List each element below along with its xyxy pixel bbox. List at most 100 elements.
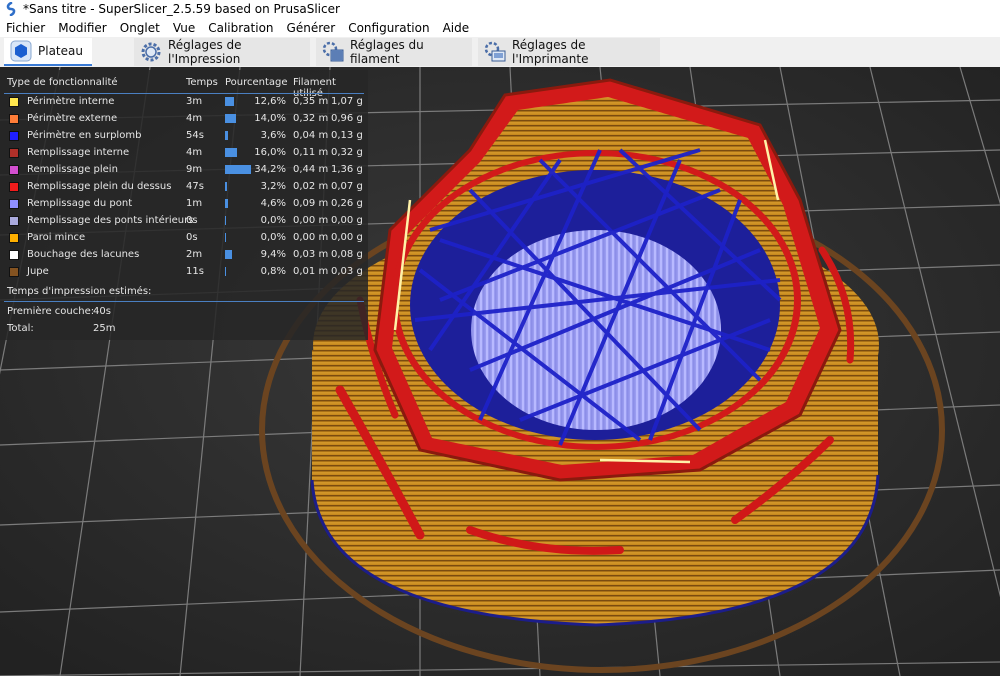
- tab-label: Plateau: [38, 44, 83, 58]
- legend-row[interactable]: Remplissage plein 9m 34,2% 0,44 m 1,36 g: [0, 162, 368, 179]
- filament-weight: 0,03 g: [331, 266, 363, 277]
- feature-time: 9m: [186, 164, 203, 175]
- plater-cube-icon: [10, 40, 32, 62]
- menu-aide[interactable]: Aide: [437, 21, 477, 35]
- menu-onglet[interactable]: Onglet: [114, 21, 167, 35]
- menu-calibration[interactable]: Calibration: [202, 21, 280, 35]
- filament-length: 0,11 m: [293, 147, 329, 158]
- percent-bar: [225, 267, 226, 276]
- feature-percent: 12,6%: [254, 96, 286, 107]
- filament-weight: 0,26 g: [331, 198, 363, 209]
- filament-length: 0,44 m: [293, 164, 329, 175]
- percent-bar: [225, 148, 237, 157]
- menu-generer[interactable]: Générer: [281, 21, 343, 35]
- filament-weight: 0,32 g: [331, 147, 363, 158]
- filament-length: 0,04 m: [293, 130, 329, 141]
- filament-weight: 1,07 g: [331, 96, 363, 107]
- feature-percent: 16,0%: [254, 147, 286, 158]
- color-swatch: [9, 216, 19, 226]
- legend-row[interactable]: Périmètre interne 3m 12,6% 0,35 m 1,07 g: [0, 94, 368, 111]
- color-swatch: [9, 267, 19, 277]
- menu-bar: Fichier Modifier Onglet Vue Calibration …: [0, 18, 1000, 37]
- color-swatch: [9, 148, 19, 158]
- first-layer-label: Première couche:: [7, 306, 95, 317]
- menu-vue[interactable]: Vue: [167, 21, 202, 35]
- filament-spool-icon: [322, 41, 344, 62]
- feature-name: Paroi mince: [27, 232, 86, 243]
- legend-row[interactable]: Remplissage interne 4m 16,0% 0,11 m 0,32…: [0, 145, 368, 162]
- filament-weight: 0,00 g: [331, 215, 363, 226]
- menu-fichier[interactable]: Fichier: [0, 21, 52, 35]
- color-swatch: [9, 131, 19, 141]
- tab-label: Réglages du filament: [350, 38, 424, 66]
- window-title: *Sans titre - SuperSlicer_2.5.59 based o…: [23, 2, 340, 16]
- feature-percent: 3,6%: [260, 130, 286, 141]
- feature-name: Remplissage interne: [27, 147, 130, 158]
- color-swatch: [9, 182, 19, 192]
- feature-percent: 0,0%: [260, 215, 286, 226]
- printer-icon: [484, 41, 506, 62]
- legend-row[interactable]: Bouchage des lacunes 2m 9,4% 0,03 m 0,08…: [0, 247, 368, 264]
- filament-length: 0,01 m: [293, 266, 329, 277]
- feature-name: Jupe: [27, 266, 49, 277]
- tab-printer-settings[interactable]: Réglages de l'Imprimante: [478, 38, 660, 66]
- feature-time: 4m: [186, 113, 203, 124]
- filament-weight: 1,36 g: [331, 164, 363, 175]
- filament-weight: 0,00 g: [331, 232, 363, 243]
- estimated-times-title: Temps d'impression estimés:: [7, 286, 152, 297]
- color-swatch: [9, 97, 19, 107]
- tab-plateau[interactable]: Plateau: [4, 38, 92, 66]
- color-swatch: [9, 199, 19, 209]
- menu-modifier[interactable]: Modifier: [52, 21, 114, 35]
- first-layer-value: 40s: [93, 306, 111, 317]
- filament-weight: 0,96 g: [331, 113, 363, 124]
- title-bar: *Sans titre - SuperSlicer_2.5.59 based o…: [0, 0, 1000, 18]
- header-time: Temps: [186, 77, 218, 88]
- feature-time: 11s: [186, 266, 204, 277]
- feature-name: Remplissage plein: [27, 164, 118, 175]
- feature-time: 1m: [186, 198, 203, 209]
- percent-bar: [225, 114, 236, 123]
- legend-row[interactable]: Périmètre en surplomb 54s 3,6% 0,04 m 0,…: [0, 128, 368, 145]
- filament-length: 0,32 m: [293, 113, 329, 124]
- feature-time: 0s: [186, 232, 198, 243]
- filament-weight: 0,07 g: [331, 181, 363, 192]
- legend-row[interactable]: Remplissage des ponts intérieurs 0s 0,0%…: [0, 213, 368, 230]
- feature-percent: 3,2%: [260, 181, 286, 192]
- legend-row[interactable]: Paroi mince 0s 0,0% 0,00 m 0,00 g: [0, 230, 368, 247]
- feature-percent: 4,6%: [260, 198, 286, 209]
- legend-row[interactable]: Remplissage du pont 1m 4,6% 0,09 m 0,26 …: [0, 196, 368, 213]
- legend-row[interactable]: Remplissage plein du dessus 47s 3,2% 0,0…: [0, 179, 368, 196]
- color-swatch: [9, 233, 19, 243]
- header-percent: Pourcentage: [225, 77, 288, 88]
- filament-weight: 0,08 g: [331, 249, 363, 260]
- tab-filament-settings[interactable]: Réglages du filament: [316, 38, 472, 66]
- tab-bar: Plateau Réglages de l'Impression Réglage…: [0, 37, 1000, 68]
- percent-bar: [225, 199, 228, 208]
- feature-time: 2m: [186, 249, 203, 260]
- feature-name: Remplissage des ponts intérieurs: [27, 215, 194, 226]
- feature-percent: 0,0%: [260, 232, 286, 243]
- feature-percent: 34,2%: [254, 164, 286, 175]
- gcode-legend-panel: Type de fonctionnalité Temps Pourcentage…: [0, 70, 368, 340]
- tab-label: Réglages de l'Imprimante: [512, 38, 589, 66]
- filament-length: 0,02 m: [293, 181, 329, 192]
- tab-label: Réglages de l'Impression: [168, 38, 242, 66]
- header-feature-type: Type de fonctionnalité: [7, 77, 118, 88]
- legend-row[interactable]: Périmètre externe 4m 14,0% 0,32 m 0,96 g: [0, 111, 368, 128]
- feature-name: Remplissage du pont: [27, 198, 133, 209]
- feature-name: Bouchage des lacunes: [27, 249, 140, 260]
- filament-length: 0,00 m: [293, 215, 329, 226]
- color-swatch: [9, 114, 19, 124]
- header-filament: Filament utilisé: [293, 77, 336, 99]
- filament-length: 0,03 m: [293, 249, 329, 260]
- color-swatch: [9, 165, 19, 175]
- percent-bar: [225, 233, 226, 242]
- feature-name: Remplissage plein du dessus: [27, 181, 172, 192]
- feature-percent: 14,0%: [254, 113, 286, 124]
- estimates-divider: [4, 301, 364, 302]
- legend-row[interactable]: Jupe 11s 0,8% 0,01 m 0,03 g: [0, 264, 368, 281]
- tab-print-settings[interactable]: Réglages de l'Impression: [134, 38, 310, 66]
- feature-percent: 0,8%: [260, 266, 286, 277]
- menu-configuration[interactable]: Configuration: [342, 21, 436, 35]
